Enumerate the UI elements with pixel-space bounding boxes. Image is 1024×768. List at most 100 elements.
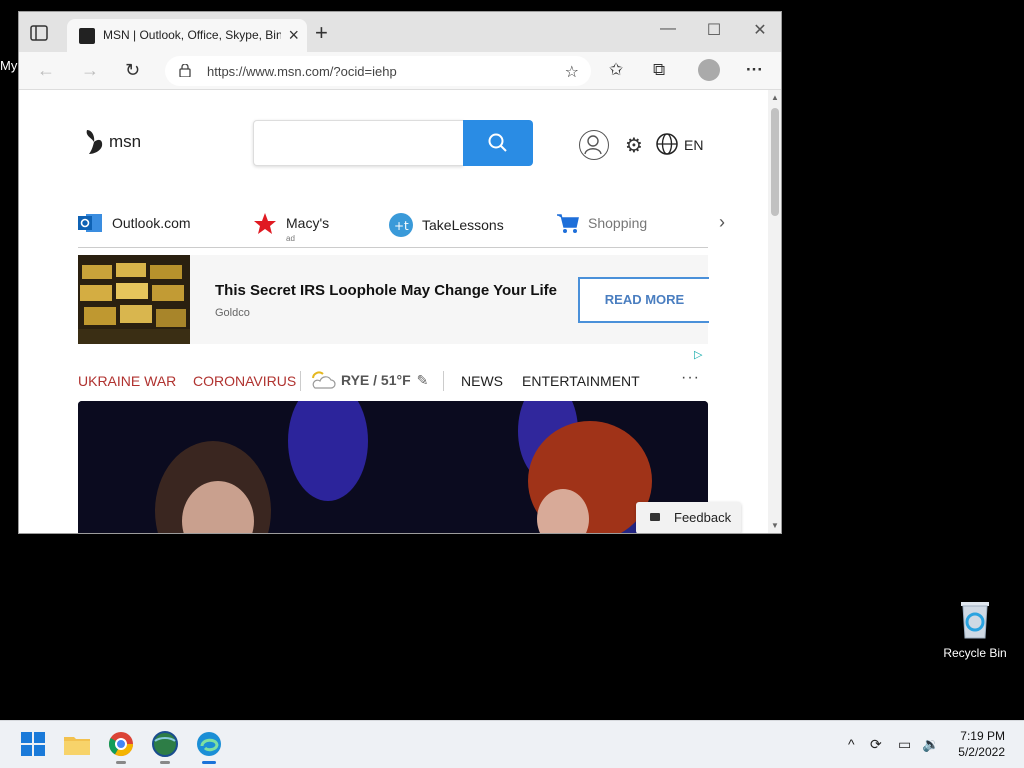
feedback-label: Feedback xyxy=(674,510,732,525)
weather-widget[interactable]: RYE / 51°F ✎ xyxy=(309,368,428,392)
partly-cloudy-icon xyxy=(312,371,336,389)
read-more-button[interactable]: READ MORE xyxy=(578,277,709,323)
close-window-icon[interactable]: ✕ xyxy=(737,20,781,40)
ie-button[interactable] xyxy=(150,729,180,764)
forward-icon[interactable]: → xyxy=(81,60,99,81)
globe-icon[interactable] xyxy=(656,133,678,155)
edge-icon xyxy=(197,732,221,756)
chrome-button[interactable] xyxy=(106,729,136,764)
address-bar-row: ← → ↻ https://www.msn.com/?ocid=iehp ☆ ✩… xyxy=(19,52,781,90)
show-hidden-icons-icon[interactable]: ^ xyxy=(848,736,855,752)
taskbar: ^ ⟳ ▭ 🔉 7:19 PM 5/2/2022 xyxy=(0,720,1024,768)
volume-icon[interactable]: 🔉 xyxy=(922,736,939,753)
globe-app-icon xyxy=(152,731,178,757)
ad-source: Goldco xyxy=(215,307,250,319)
ad-headline[interactable]: This Secret IRS Loophole May Change Your… xyxy=(215,282,557,299)
quick-link-shopping[interactable]: Shopping xyxy=(556,212,647,234)
minimize-icon[interactable]: — xyxy=(645,20,691,38)
running-indicator xyxy=(160,761,170,764)
system-clock[interactable]: 7:19 PM 5/2/2022 xyxy=(950,728,1005,760)
tab-bar: MSN | Outlook, Office, Skype, Bing × + —… xyxy=(19,12,781,52)
windows-start-icon xyxy=(21,732,45,756)
msn-butterfly-icon xyxy=(83,128,105,156)
edit-pencil-icon[interactable]: ✎ xyxy=(417,372,429,389)
topic-news[interactable]: NEWS xyxy=(461,373,503,389)
shopping-cart-icon xyxy=(557,214,579,233)
gold-bars-image xyxy=(78,255,190,344)
tab-msn[interactable]: MSN | Outlook, Office, Skype, Bing × xyxy=(67,19,307,52)
active-indicator xyxy=(202,761,216,764)
quick-link-label: Outlook.com xyxy=(112,215,191,231)
more-options-icon[interactable]: ··· xyxy=(746,60,763,80)
maximize-icon[interactable]: ☐ xyxy=(691,20,737,40)
msn-favicon-icon xyxy=(79,28,95,44)
topic-coronavirus[interactable]: CORONAVIRUS xyxy=(193,373,296,389)
new-tab-icon[interactable]: + xyxy=(315,20,328,46)
folder-icon xyxy=(64,737,90,755)
browser-window: MSN | Outlook, Office, Skype, Bing × + —… xyxy=(18,11,782,534)
recycle-bin-icon xyxy=(957,598,993,640)
refresh-icon[interactable]: ↻ xyxy=(125,60,140,81)
quick-link-label: TakeLessons xyxy=(422,217,504,233)
quick-link-takelessons[interactable]: +t TakeLessons xyxy=(388,212,504,238)
lock-icon[interactable] xyxy=(179,63,191,78)
scroll-down-icon[interactable]: ▼ xyxy=(771,521,779,530)
weather-text: RYE / 51°F xyxy=(341,372,411,388)
scrollbar-thumb[interactable] xyxy=(771,108,779,216)
ad-badge: ad xyxy=(286,234,295,243)
network-icon[interactable]: ▭ xyxy=(898,736,911,753)
search-button[interactable] xyxy=(463,120,533,166)
address-input[interactable]: https://www.msn.com/?ocid=iehp ☆ xyxy=(165,56,591,86)
vertical-scrollbar[interactable]: ▲ ▼ xyxy=(768,90,781,533)
macys-star-icon xyxy=(254,213,276,234)
recycle-bin-label: Recycle Bin xyxy=(943,646,1007,660)
sync-icon[interactable]: ⟳ xyxy=(870,736,882,753)
favorites-icon[interactable]: ✩ xyxy=(609,60,623,80)
running-indicator xyxy=(116,761,126,764)
search-icon xyxy=(488,133,507,152)
desktop-icon-label[interactable]: My xyxy=(0,58,17,73)
quick-link-label: Shopping xyxy=(588,215,648,231)
settings-gear-icon[interactable]: ⚙ xyxy=(625,133,643,158)
msn-logo[interactable]: msn xyxy=(83,128,141,156)
scroll-up-icon[interactable]: ▲ xyxy=(771,93,779,102)
search-input[interactable] xyxy=(253,120,463,166)
topic-entertainment[interactable]: ENTERTAINMENT xyxy=(522,373,640,389)
file-explorer-button[interactable] xyxy=(62,729,92,759)
topic-ukraine-war[interactable]: UKRAINE WAR xyxy=(78,373,176,389)
quick-link-label: Macy's xyxy=(286,215,330,231)
sponsored-ad-card[interactable]: This Secret IRS Loophole May Change Your… xyxy=(78,255,709,344)
tab-title: MSN | Outlook, Office, Skype, Bing xyxy=(103,28,281,42)
close-tab-icon[interactable]: × xyxy=(288,25,299,46)
tab-actions-icon[interactable] xyxy=(29,24,49,42)
feedback-button[interactable]: Feedback xyxy=(636,502,741,533)
start-button[interactable] xyxy=(18,729,48,759)
topic-navigation: UKRAINE WAR CORONAVIRUS RYE / 51°F ✎ NEW… xyxy=(78,368,718,394)
adchoices-icon[interactable]: ▷ xyxy=(694,348,702,361)
takelessons-icon: +t xyxy=(389,213,413,237)
edge-button[interactable] xyxy=(194,729,224,764)
language-selector[interactable]: EN xyxy=(684,137,703,153)
hero-news-image[interactable] xyxy=(78,401,708,533)
feedback-icon xyxy=(650,513,660,521)
profile-avatar-icon[interactable] xyxy=(698,59,720,81)
quick-link-outlook[interactable]: Outlook.com xyxy=(78,212,191,234)
add-favorite-icon[interactable]: ☆ xyxy=(565,62,579,82)
clock-time: 7:19 PM xyxy=(960,729,1005,743)
msn-logo-text: msn xyxy=(109,132,142,151)
svg-text:+t: +t xyxy=(394,219,409,233)
quick-links-bar: Outlook.com Macy's ad +t TakeLessons Sho… xyxy=(78,208,708,248)
back-icon[interactable]: ← xyxy=(37,60,55,81)
divider xyxy=(300,371,301,391)
quick-link-macys[interactable]: Macy's ad xyxy=(252,212,330,243)
outlook-icon xyxy=(78,214,102,232)
recycle-bin[interactable]: Recycle Bin xyxy=(940,596,1010,660)
divider xyxy=(443,371,444,391)
chevron-right-icon[interactable]: › xyxy=(719,212,725,233)
more-topics-icon[interactable]: ··· xyxy=(681,369,700,387)
page-content: msn ⚙ EN Outlook.com Macy's ad +t TakeLe… xyxy=(19,90,768,533)
chrome-icon xyxy=(108,732,133,757)
collections-icon[interactable]: ⧉ xyxy=(653,60,665,80)
sign-in-icon[interactable] xyxy=(579,130,609,160)
clock-date: 5/2/2022 xyxy=(958,745,1005,759)
